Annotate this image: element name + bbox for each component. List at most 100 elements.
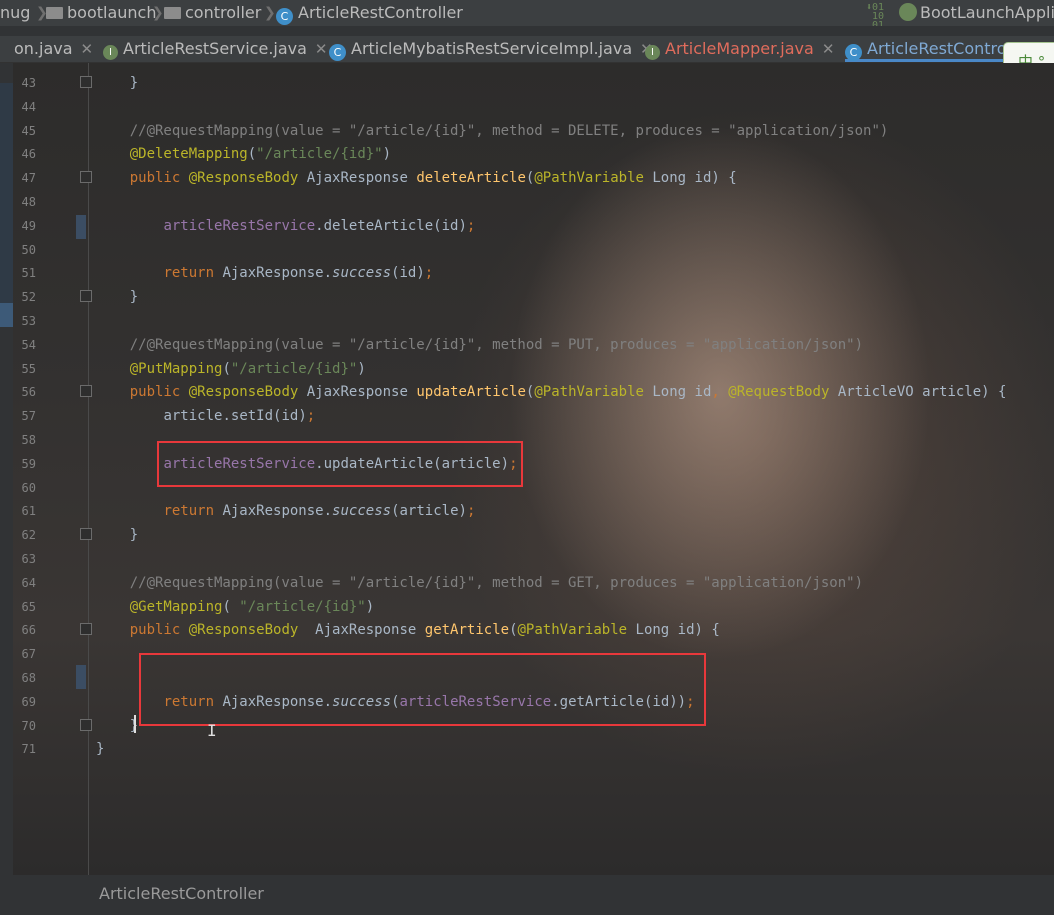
code-line[interactable]: 61 return AjaxResponse.success(article); xyxy=(0,499,1054,523)
code-line[interactable]: 71} xyxy=(0,737,1054,761)
code-line[interactable]: 44 xyxy=(0,95,1054,119)
code-line[interactable]: 54 //@RequestMapping(value = "/article/{… xyxy=(0,333,1054,357)
code-text: } xyxy=(96,75,139,91)
fold-toggle-icon[interactable] xyxy=(80,76,92,88)
code-line[interactable]: 50 xyxy=(0,238,1054,262)
fold-toggle-icon[interactable] xyxy=(80,290,92,303)
line-number: 68 xyxy=(21,671,36,685)
line-number: 59 xyxy=(21,456,36,471)
tab-articlemybatisrestserviceimpl[interactable]: CArticleMybatisRestServiceImpl.java✕ xyxy=(329,36,653,62)
code-line[interactable]: 43 } xyxy=(0,71,1054,95)
close-icon[interactable]: ✕ xyxy=(315,40,328,58)
code-line[interactable]: 64 //@RequestMapping(value = "/article/{… xyxy=(0,571,1054,595)
tab-label: ArticleMybatisRestServiceImpl.java xyxy=(351,39,633,58)
chevron-right-icon: ❯ xyxy=(152,5,164,21)
code-text: @GetMapping( "/article/{id}") xyxy=(129,598,375,615)
line-number: 43 xyxy=(21,76,36,90)
code-text: } xyxy=(96,289,139,306)
line-number: 62 xyxy=(21,528,36,543)
code-text: @DeleteMapping("/article/{id}") xyxy=(129,146,392,163)
line-number: 65 xyxy=(21,599,36,614)
code-text: //@RequestMapping(value = "/article/{id}… xyxy=(96,336,864,353)
interface-icon: I xyxy=(645,45,660,60)
status-breadcrumb-label[interactable]: ArticleRestController xyxy=(99,875,264,913)
folder-icon xyxy=(164,7,181,19)
line-number: 52 xyxy=(21,290,36,305)
code-line[interactable]: 66 public @ResponseBody AjaxResponse get… xyxy=(0,618,1054,642)
line-number: 47 xyxy=(21,171,36,186)
code-line[interactable]: 49 articleRestService.deleteArticle(id); xyxy=(0,214,1054,238)
code-editor[interactable]: 43 } 44 45 //@RequestMapping(value = "/art… xyxy=(0,63,1054,875)
navigation-breadcrumb: nug ❯ bootlaunch ❯ controller ❯ C Article… xyxy=(0,0,1054,26)
code-text: return AjaxResponse.success(article); xyxy=(163,503,476,520)
code-text: articleRestService.deleteArticle(id); xyxy=(163,217,476,234)
code-line[interactable]: 47 public @ResponseBody AjaxResponse del… xyxy=(0,166,1054,190)
code-line[interactable]: 56 public @ResponseBody AjaxResponse upd… xyxy=(0,380,1054,404)
line-number: 55 xyxy=(21,361,36,376)
tab-articlerestcontroller[interactable]: C ArticleRestControl xyxy=(845,36,1012,62)
code-line[interactable]: 52 } xyxy=(0,285,1054,309)
highlight-box-get-return xyxy=(139,653,706,726)
line-number: 50 xyxy=(21,242,36,257)
line-number: 63 xyxy=(21,552,36,566)
tab-articlemapper[interactable]: I ArticleMapper.java ✕ xyxy=(645,36,834,62)
breadcrumb-item-articlerestcontroller[interactable]: C ArticleRestController xyxy=(276,0,463,26)
code-text: public @ResponseBody AjaxResponse delete… xyxy=(129,170,737,187)
fold-toggle-icon[interactable] xyxy=(80,718,92,731)
code-text: //@RequestMapping(value = "/article/{id}… xyxy=(96,122,889,139)
line-number: 53 xyxy=(21,314,36,328)
interface-icon: I xyxy=(103,45,118,60)
breadcrumb-label: ArticleRestController xyxy=(298,3,463,22)
line-number: 70 xyxy=(21,718,36,733)
code-line[interactable]: 46 @DeleteMapping("/article/{id}") xyxy=(0,142,1054,166)
tab-label: on.java xyxy=(14,39,73,58)
code-line[interactable]: 65 @GetMapping( "/article/{id}") xyxy=(0,595,1054,619)
breadcrumb-label: bootlaunch xyxy=(67,3,157,22)
code-line[interactable]: 45 //@RequestMapping(value = "/article/{… xyxy=(0,119,1054,143)
close-icon[interactable]: ✕ xyxy=(81,40,94,58)
breadcrumb-item-bootlaunch[interactable]: bootlaunch xyxy=(46,0,156,26)
run-configuration-label: BootLaunchApplic xyxy=(920,3,1054,22)
code-text: return AjaxResponse.success(id); xyxy=(163,265,434,282)
breadcrumb-item-controller[interactable]: controller xyxy=(164,0,261,26)
code-line[interactable]: 57 article.setId(id); xyxy=(0,404,1054,428)
breadcrumb-label: controller xyxy=(185,3,262,22)
spring-boot-icon xyxy=(899,3,917,21)
line-number: 71 xyxy=(21,742,36,757)
build-indicator-icon[interactable]: ⬇01 10 01 xyxy=(866,0,884,27)
tab-on-java[interactable]: on.java ✕ xyxy=(14,36,93,62)
line-number: 58 xyxy=(21,433,36,447)
code-line[interactable]: 51 return AjaxResponse.success(id); xyxy=(0,261,1054,285)
code-text: } xyxy=(96,741,105,758)
breadcrumb-label: nug xyxy=(0,3,31,22)
code-line[interactable]: 62 } xyxy=(0,523,1054,547)
editor-breadcrumb-bar: ArticleRestController xyxy=(0,875,1054,915)
line-number: 64 xyxy=(21,575,36,590)
tab-articlerestservice[interactable]: I ArticleRestService.java ✕ xyxy=(103,36,328,62)
editor-tabs: on.java ✕ I ArticleRestService.java ✕ C Arti… xyxy=(0,36,1054,63)
line-number: 51 xyxy=(21,266,36,281)
line-number: 54 xyxy=(21,337,36,352)
fold-toggle-icon[interactable] xyxy=(80,623,92,636)
close-icon[interactable]: ✕ xyxy=(822,40,835,58)
folder-icon xyxy=(46,7,63,19)
class-icon: C xyxy=(845,44,862,61)
line-number: 56 xyxy=(21,385,36,400)
code-line[interactable]: 53 xyxy=(0,309,1054,333)
fold-toggle-icon[interactable] xyxy=(80,385,92,398)
fold-toggle-icon[interactable] xyxy=(80,171,92,184)
tab-label: ArticleMapper.java xyxy=(665,39,814,58)
code-text: public @ResponseBody AjaxResponse update… xyxy=(129,384,1007,401)
code-text: public @ResponseBody AjaxResponse getArt… xyxy=(129,622,720,639)
class-icon: C xyxy=(329,44,346,61)
line-number: 69 xyxy=(21,694,36,709)
code-line[interactable]: 55 @PutMapping("/article/{id}") xyxy=(0,357,1054,381)
run-configuration-select[interactable]: BootLaunchApplic xyxy=(899,0,1054,26)
breadcrumb-item-project[interactable]: nug xyxy=(0,0,30,26)
code-text: } xyxy=(96,717,139,734)
code-line[interactable]: 63 xyxy=(0,547,1054,571)
tab-label: ArticleRestControl xyxy=(867,39,1012,58)
code-text: article.setId(id); xyxy=(163,408,316,425)
code-line[interactable]: 48 xyxy=(0,190,1054,214)
fold-toggle-icon[interactable] xyxy=(80,528,92,541)
